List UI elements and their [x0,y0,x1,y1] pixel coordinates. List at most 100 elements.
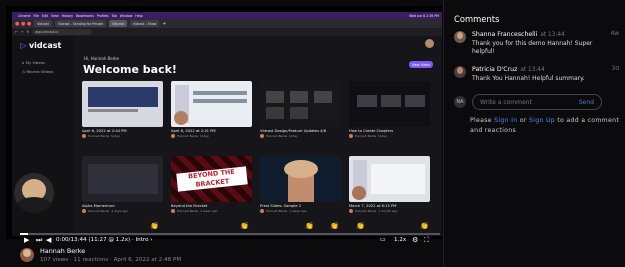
clap-icon[interactable]: 👏 [420,222,429,230]
video-title[interactable]: March 7, 2022 at 6:15 PM [349,204,430,208]
comment-placeholder[interactable]: Write a comment [480,99,579,106]
play-icon[interactable]: ▶ [24,236,29,244]
new-tab-icon[interactable]: + [162,21,166,27]
nav-recent-videos[interactable]: ◷ Recent Videos [22,69,53,74]
captions-icon[interactable]: ▭ [380,236,386,244]
panel-divider [443,0,444,267]
video-thumbnail[interactable] [82,156,163,202]
browser-tab-active[interactable]: Vidcast [109,20,127,27]
clap-icon[interactable]: 👏 [356,222,365,230]
author-avatar-icon [349,134,353,138]
video-card[interactable]: Alpha Momentum Hannah Berke 4 days ago [82,156,163,213]
card-age: 1 month ago [378,209,398,213]
forward-icon[interactable]: → [21,30,24,34]
menu-item[interactable]: Profiles [97,14,109,18]
video-title[interactable]: April 6, 2022 at 2:41 PM [171,129,252,133]
current-user-avatar: NA [454,96,466,108]
vidcast-logo[interactable]: ▷ vidcast [20,41,61,50]
mac-menu-bar: Chrome File Edit View History Bookmarks … [12,12,442,19]
user-avatar[interactable] [425,39,434,48]
comment-timestamp[interactable]: at 13:44 [540,32,564,38]
send-button[interactable]: Send [579,99,594,106]
video-title[interactable]: April 6, 2022 at 2:44 PM [82,129,163,133]
video-thumbnail[interactable] [171,81,252,127]
video-thumbnail[interactable] [349,81,430,127]
card-author: Hannah Berke [177,134,199,138]
commenter-name[interactable]: Shanna Franceschelli at 13:44 [472,31,565,38]
menu-item[interactable]: Chrome [18,14,31,18]
browser-tab[interactable]: Vidcast - Show [129,20,160,27]
menu-item[interactable]: Help [135,14,142,18]
reload-icon[interactable]: ↻ [27,30,30,34]
menu-item[interactable]: File [34,14,39,18]
video-card[interactable]: Prest Slides: Sample 2 Hannah Berke 1 wee… [260,156,341,213]
clap-icon[interactable]: 👏 [240,222,249,230]
fullscreen-icon[interactable]: ⛶ [424,236,429,244]
card-age: 1 week ago [200,209,218,213]
video-card[interactable]: How to Create Chapters Hannah Berke today [349,81,430,138]
menu-item[interactable]: History [62,14,73,18]
video-author[interactable]: Hannah Berke [40,247,85,255]
video-thumbnail[interactable] [260,156,341,202]
comment-age: 3d [611,66,619,72]
video-thumbnail[interactable] [260,81,341,127]
author-avatar-icon [349,209,353,213]
menu-item[interactable]: View [51,14,59,18]
skip-forward-icon[interactable]: ⏭ [36,236,42,244]
commenter-avatar[interactable] [454,31,466,43]
volume-icon[interactable]: ◀ [46,236,51,244]
video-title[interactable]: How to Create Chapters [349,129,430,133]
video-title[interactable]: Beyond the Bracket [171,204,252,208]
time-readout: 0:00/13:44 (11:27 @ 1.2x) [56,237,131,243]
back-icon[interactable]: ← [15,30,18,34]
window-controls-icon[interactable]: ● ● ● [15,21,31,27]
menu-item[interactable]: Tab [111,14,116,18]
clap-icon[interactable]: 👏 [330,222,339,230]
new-video-button[interactable]: New Video [409,61,433,68]
video-card[interactable]: BEYOND THE BRACKET Beyond the Bracket Ha… [171,156,252,213]
video-card[interactable]: April 6, 2022 at 2:41 PM Hannah Berke tod… [171,81,252,138]
video-card[interactable]: Vidcast Design/Feature Updates 4/6 Hanna… [260,81,341,138]
address-bar[interactable]: app.vidcast.io [32,29,93,35]
card-author: Hannah Berke [355,134,377,138]
progress-bar[interactable] [20,233,440,235]
address-text: app.vidcast.io [35,30,59,34]
video-title[interactable]: Alpha Momentum [82,204,163,208]
commenter-name-text: Shanna Franceschelli [472,31,538,38]
nav-my-videos[interactable]: ⌂ My Videos [22,60,45,65]
comment-timestamp[interactable]: at 13:44 [520,67,544,73]
playback-speed[interactable]: 1.2x [394,237,406,243]
clap-icon[interactable]: 👏 [150,222,159,230]
video-thumbnail[interactable] [82,81,163,127]
browser-tab[interactable]: Vidcast [34,20,52,27]
video-thumbnail[interactable] [349,156,430,202]
menu-item[interactable]: Edit [42,14,48,18]
card-age: today [111,134,120,138]
clap-icon[interactable]: 👏 [305,222,314,230]
video-thumbnail[interactable]: BEYOND THE BRACKET [171,156,252,202]
progress-fill [20,233,29,235]
commenter-avatar[interactable] [454,66,466,78]
vidcast-viewer: Chrome File Edit View History Bookmarks … [0,0,625,267]
video-card[interactable]: March 7, 2022 at 6:15 PM Hannah Berke 1 m… [349,156,430,213]
sign-in-link[interactable]: Sign In [494,117,517,124]
author-avatar[interactable] [20,248,34,262]
app-main: Hi, Hannah Berke Welcome back! New Video… [74,36,442,236]
comment-input[interactable]: Write a comment Send [472,94,602,110]
menu-item[interactable]: Bookmarks [76,14,94,18]
card-author: Hannah Berke [177,209,199,213]
commenter-name-text: Patricia D'Cruz [472,66,518,73]
commenter-name[interactable]: Patricia D'Cruz at 13:44 [472,66,545,73]
sign-up-link[interactable]: Sign Up [529,117,555,124]
chapter-label[interactable]: Intro [136,237,149,243]
author-avatar-icon [171,134,175,138]
menu-item[interactable]: Window [120,14,133,18]
video-meta: Hannah Berke today [349,134,430,138]
video-title[interactable]: Prest Slides: Sample 2 [260,204,341,208]
video-title[interactable]: Vidcast Design/Feature Updates 4/6 [260,129,341,133]
settings-icon[interactable]: ⚙ [412,236,418,244]
comment-item: Patricia D'Cruz at 13:44 3d Thank You Han… [454,66,619,88]
browser-tab[interactable]: Vidcast - Sending for Private [54,20,107,27]
video-card[interactable]: April 6, 2022 at 2:44 PM Hannah Berke tod… [82,81,163,138]
view-count: 107 views [40,257,69,263]
